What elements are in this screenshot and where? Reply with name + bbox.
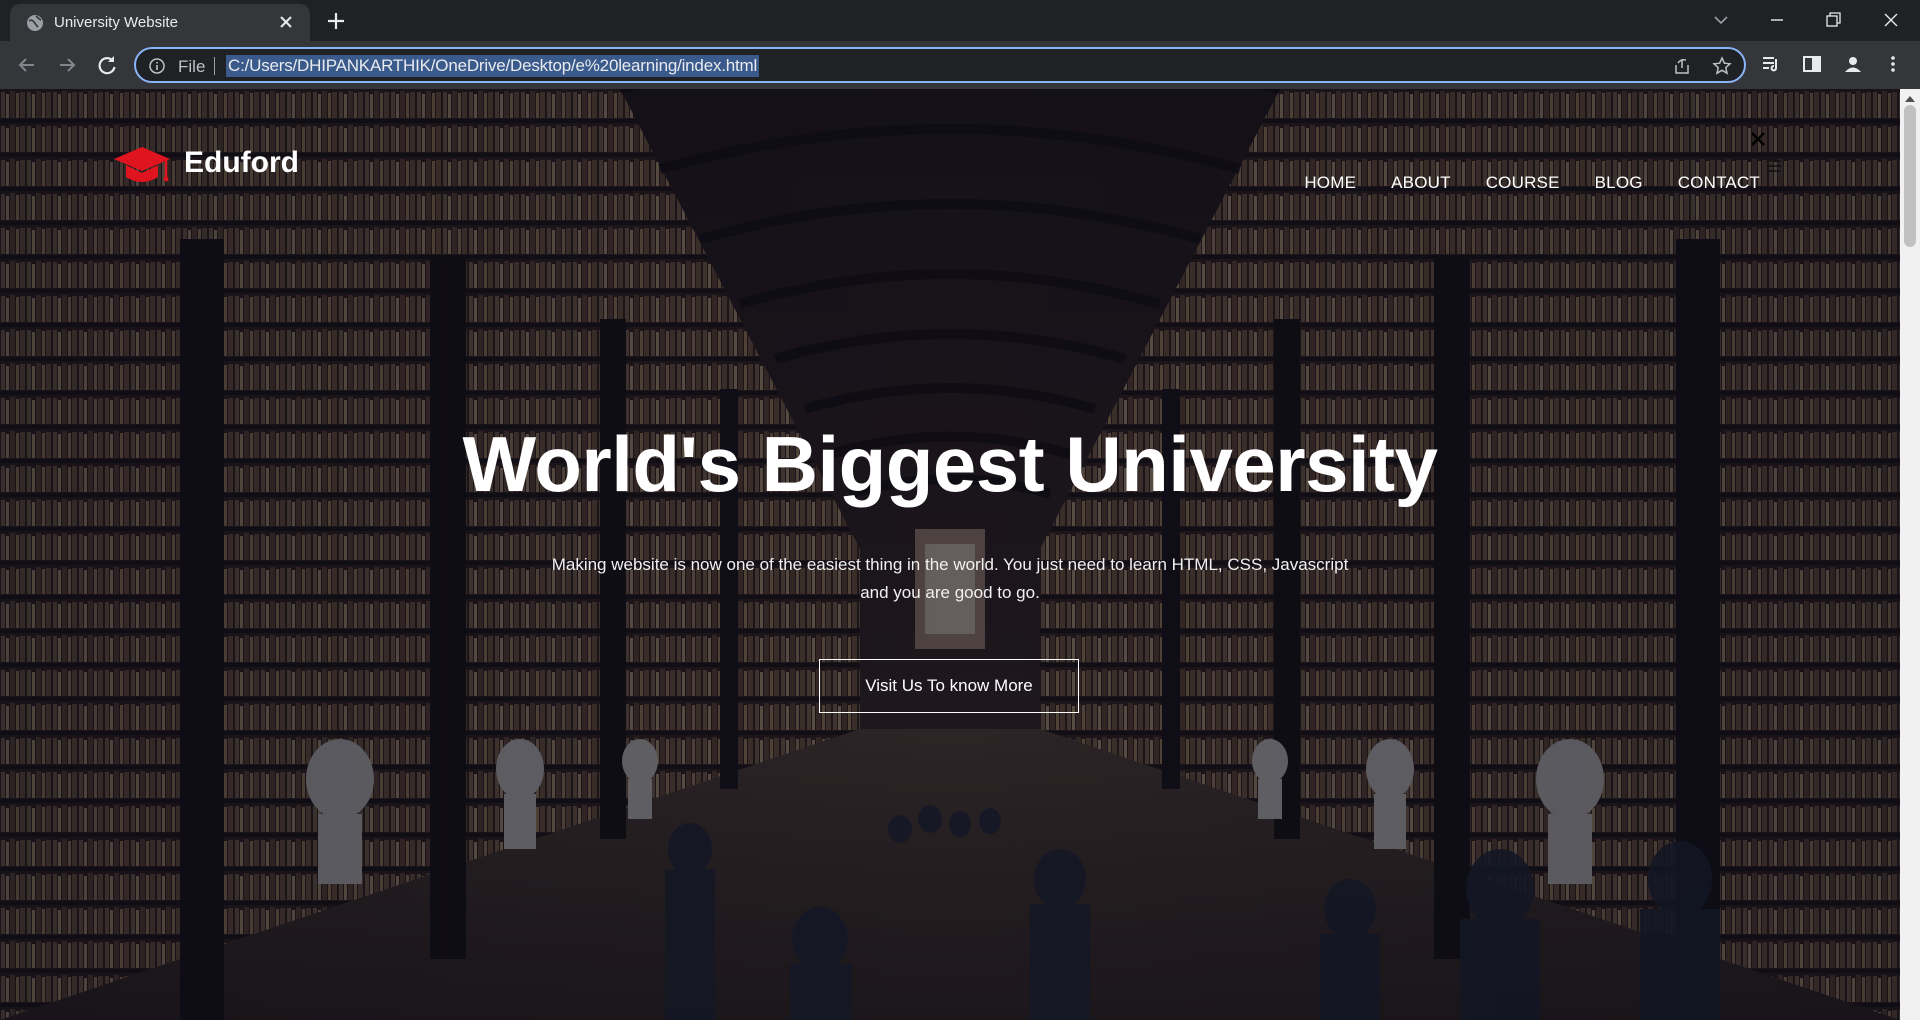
info-icon[interactable] [148,57,166,75]
nav-link-home[interactable]: HOME [1304,173,1356,193]
file-label: File [178,57,206,76]
back-icon[interactable] [13,51,41,79]
omnibox-separator [214,57,215,75]
scroll-up-arrow-icon[interactable] [1904,95,1916,103]
scrollbar-thumb[interactable] [1904,105,1916,247]
tab-strip: University Website [0,0,1920,41]
hero-subtitle: Making website is now one of the easiest… [551,555,1349,602]
visit-us-button[interactable]: Visit Us To know More [819,659,1079,713]
tab-search-icon[interactable] [1706,6,1736,34]
close-window-icon[interactable] [1876,6,1906,34]
hamburger-menu-icon[interactable] [1766,159,1782,173]
forward-icon[interactable] [53,51,81,79]
bookmark-star-icon[interactable] [1712,56,1732,76]
share-icon[interactable] [1672,56,1692,76]
brand-name: Eduford [184,146,299,179]
kebab-menu-icon[interactable] [1882,53,1904,75]
page-viewport: Eduford HOME ABOUT COURSE BLOG CONTACT W… [0,89,1920,1020]
main-nav: HOME ABOUT COURSE BLOG CONTACT [1304,173,1760,193]
browser-tab[interactable]: University Website [10,4,310,41]
browser-toolbar: File C:/Users/DHIPANKARTHIK/OneDrive/Des… [0,41,1920,89]
nav-link-course[interactable]: COURSE [1486,173,1560,193]
nav-link-contact[interactable]: CONTACT [1678,173,1760,193]
close-tab-icon[interactable] [276,12,296,32]
profile-icon[interactable] [1842,53,1864,75]
side-panel-icon[interactable] [1801,53,1823,75]
reload-icon[interactable] [93,51,121,79]
close-menu-icon[interactable] [1750,131,1766,147]
url-text[interactable]: C:/Users/DHIPANKARTHIK/OneDrive/Desktop/… [226,55,760,77]
hero-title: World's Biggest University [462,420,1439,508]
tab-title: University Website [54,14,178,31]
minimize-icon[interactable] [1762,6,1792,34]
new-tab-icon[interactable] [324,9,348,33]
globe-icon [27,15,43,31]
restore-icon[interactable] [1818,6,1848,34]
graduation-cap-icon [114,147,170,182]
address-bar[interactable]: File C:/Users/DHIPANKARTHIK/OneDrive/Des… [134,47,1746,83]
nav-link-blog[interactable]: BLOG [1595,173,1643,193]
reading-list-icon[interactable] [1760,53,1782,75]
nav-link-about[interactable]: ABOUT [1391,173,1451,193]
page-scrollbar[interactable] [1900,89,1920,1020]
